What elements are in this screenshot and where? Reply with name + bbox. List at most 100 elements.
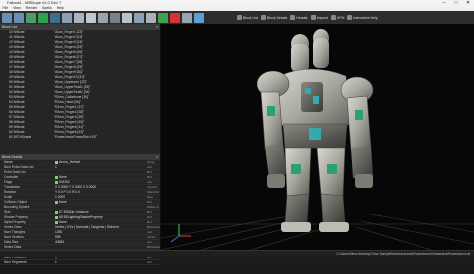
details-key: Num Extra Data List (4, 165, 34, 169)
details-type: string (147, 160, 155, 164)
details-value: None (55, 220, 147, 224)
toolbar-toggle-label: Block List (243, 15, 258, 20)
grid-icon[interactable] (26, 12, 36, 23)
details-type: Ref (147, 170, 152, 174)
details-value-text: Armor_Helmet (59, 160, 81, 164)
toolbar-toggle-block-details[interactable]: Block Details (260, 15, 288, 20)
details-key: Collision Object (4, 200, 27, 204)
details-value-text: None (59, 175, 67, 179)
axis-gizmo (170, 224, 191, 243)
details-value: 1280 (55, 230, 147, 234)
details-value: None (55, 200, 147, 204)
shading-icon[interactable] (86, 12, 96, 23)
details-type: uint (147, 165, 152, 169)
select-icon[interactable] (110, 12, 120, 23)
details-value (55, 245, 147, 249)
toolbar-toggle-header[interactable]: Header (290, 15, 308, 20)
block-list-title: Block List (2, 25, 17, 29)
details-key: Vertex Data (4, 245, 22, 249)
toolbar-toggle-inspect[interactable]: Inspect (310, 15, 328, 20)
checkbox-icon (290, 15, 296, 20)
texture-icon[interactable] (74, 12, 84, 23)
details-type: ushort (147, 235, 156, 239)
toolbar-toggle-kfm[interactable]: KFM (331, 15, 344, 20)
details-type: uint (147, 260, 152, 264)
toolbar-toggle-label: KFM (337, 15, 345, 20)
details-value: Armor_Helmet (55, 160, 147, 164)
details-value-text: 68 BSLightingShaderProperty (59, 215, 103, 219)
details-type: Matrix33 (147, 190, 159, 194)
details-value: None (55, 175, 147, 179)
details-type: uint (147, 180, 152, 184)
normals-icon[interactable] (194, 12, 204, 23)
value-type-icon (55, 160, 58, 164)
details-key: Alpha Property (4, 220, 26, 224)
value-type-icon (55, 220, 58, 224)
details-value-text: None (59, 220, 67, 224)
save-icon[interactable] (14, 12, 24, 23)
details-value: 1.0000 (55, 195, 147, 199)
checkbox-icon (310, 15, 316, 20)
details-type: float (147, 195, 153, 199)
details-type: NiBound (147, 205, 159, 209)
details-value-text: 1.0000 (55, 195, 66, 199)
details-key: Shader Property (4, 215, 29, 219)
details-value: 67 BSSkin::Instance (55, 210, 147, 214)
toolbar-toggle-label: Header (296, 15, 308, 20)
left-panel: Block List × 40 NiNode "Alum_Finger1 [22]… (0, 24, 161, 265)
value-type-icon (55, 180, 58, 184)
checkbox-icon (260, 15, 266, 20)
details-type: Ref (147, 220, 152, 224)
toolbar-toggle-block-list[interactable]: Block List (237, 15, 258, 20)
block-list-row[interactable]: 61 BSTriShape "PowerArmorFrameSkin [43]" (0, 135, 160, 138)
details-value-text: 43584 (55, 240, 65, 244)
checkbox-icon (237, 15, 242, 20)
details-key: Name (4, 160, 13, 164)
block-list-tree[interactable]: 40 NiNode "Alum_Finger1 [22]" 41 NiNode "Al… (0, 30, 160, 138)
toolbar-toggle-interactive-help[interactable]: Interactive Help (347, 15, 378, 20)
details-value-text: 67 BSSkin::Instance (59, 210, 89, 214)
render-viewport[interactable] (161, 24, 474, 250)
record-icon[interactable] (170, 12, 180, 23)
details-key: Skin (4, 210, 11, 214)
value-type-icon (55, 215, 58, 219)
details-value-text: None (59, 200, 67, 204)
details-value-text: Vertex | UVs | Normals | Tangents | Skin… (55, 225, 119, 229)
details-value: Y 0.0 P 0.0 R 0.0 (55, 190, 147, 194)
toolbar: Block List Block Details Header Inspect KFM I… (0, 11, 474, 25)
details-type: Ref (147, 210, 152, 214)
details-value (55, 205, 147, 209)
toolbar-toggle-label: Interactive Help (353, 15, 378, 20)
checkbox-icon (347, 15, 353, 20)
details-value: 1 (55, 260, 147, 264)
frustum-icon[interactable] (146, 12, 156, 23)
wireframe-icon[interactable] (182, 12, 192, 23)
details-value: 43584 (55, 240, 147, 244)
cube-icon[interactable] (62, 12, 72, 23)
details-key: Scale (4, 195, 13, 199)
lighting-icon[interactable] (122, 12, 132, 23)
value-type-icon (55, 175, 58, 179)
collision-icon[interactable] (158, 12, 168, 23)
mesh-dark-icon[interactable] (50, 12, 60, 23)
details-key: Num Vertices (4, 235, 24, 239)
power-armor-render (161, 29, 474, 250)
details-value: 908 (55, 235, 147, 239)
details-row[interactable]: Num Segments 1 uint (0, 260, 160, 265)
details-value: 524302 (55, 180, 147, 184)
render-icon[interactable] (134, 12, 144, 23)
toolbar-toggle-label: Block Details (266, 15, 288, 20)
ground-grid (161, 213, 474, 250)
details-key: Flags (4, 180, 13, 184)
value-type-icon (55, 210, 58, 214)
details-type: Ref (147, 215, 152, 219)
details-key: Num Triangles (4, 230, 26, 234)
details-type: BSVertexData (147, 245, 160, 249)
details-value: X 0.0000 Y 0.0000 Z 0.0000 (55, 185, 147, 189)
status-path: C:\Users\Steve\Desktop\Tutor Sample\Mesh… (336, 252, 470, 256)
load-icon[interactable] (2, 12, 12, 23)
eye-icon[interactable] (98, 12, 108, 23)
mesh-green-icon[interactable] (38, 12, 48, 23)
details-type: Ref (147, 175, 152, 179)
details-value: Vertex | UVs | Normals | Tangents | Skin… (55, 225, 147, 229)
